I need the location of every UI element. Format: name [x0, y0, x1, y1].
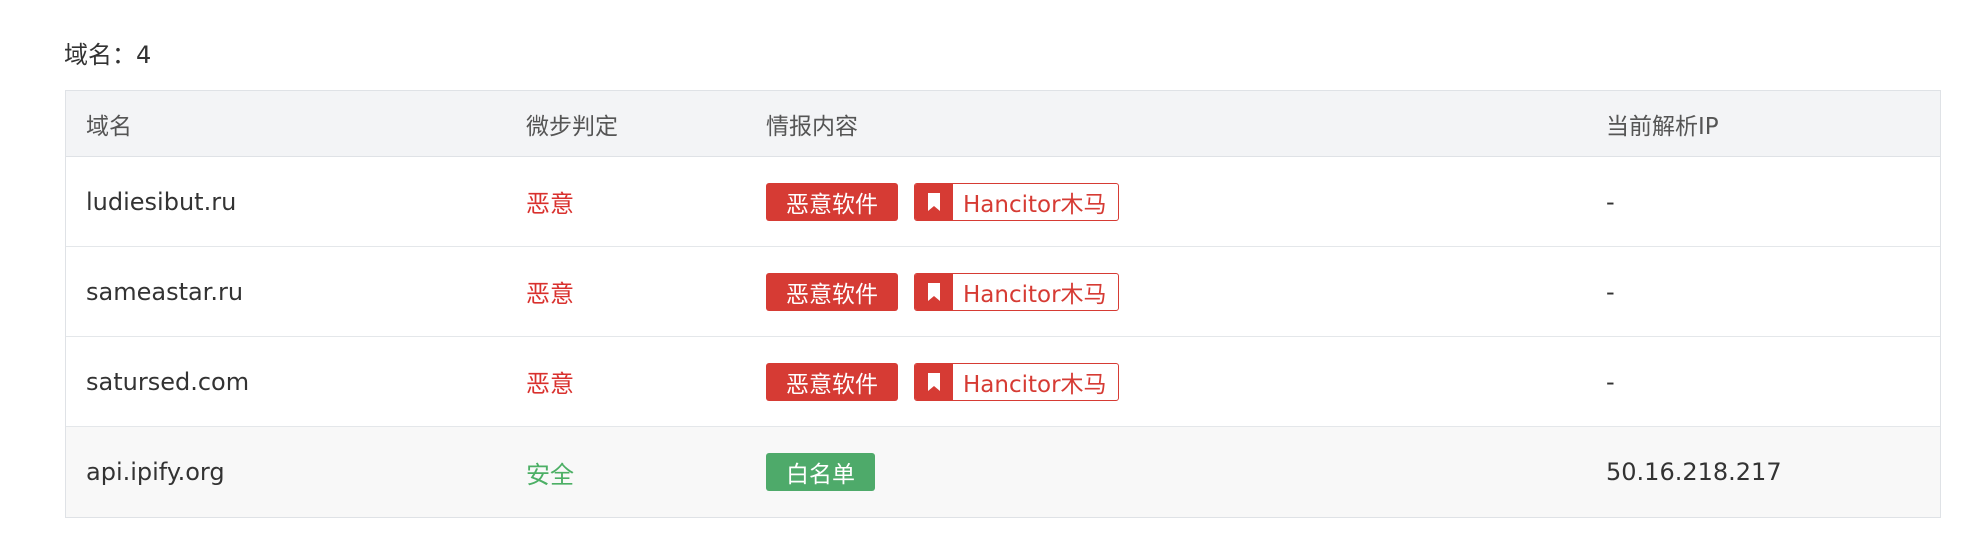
- table-header-row: 域名 微步判定 情报内容 当前解析IP: [66, 91, 1940, 157]
- domain-count-title: 域名：4: [64, 41, 152, 69]
- family-tag-label: Hancitor木马: [963, 371, 1107, 398]
- domain-link[interactable]: ludiesibut.ru: [86, 188, 236, 216]
- domain-link[interactable]: satursed.com: [86, 368, 249, 396]
- verdict-label: 恶意: [526, 280, 574, 308]
- table-row: sameastar.ru 恶意 恶意软件 Hancitor木马 -: [66, 247, 1940, 337]
- table-row: api.ipify.org 安全 白名单 50.16.218.217: [66, 427, 1940, 517]
- family-tag[interactable]: Hancitor木马: [914, 362, 1119, 401]
- domain-link[interactable]: sameastar.ru: [86, 278, 243, 306]
- family-tag[interactable]: Hancitor木马: [914, 182, 1119, 221]
- column-header-domain: 域名: [86, 113, 132, 140]
- ip-cell: -: [1606, 247, 1615, 336]
- ip-value: 50.16.218.217: [1606, 458, 1782, 486]
- intel-cell: 恶意软件 Hancitor木马: [766, 247, 1119, 336]
- domain-cell: api.ipify.org: [86, 427, 225, 517]
- malware-tag[interactable]: 恶意软件: [766, 272, 898, 311]
- ip-value: -: [1606, 367, 1615, 396]
- verdict-cell: 恶意: [526, 247, 574, 336]
- bookmark-icon: [915, 273, 953, 310]
- ip-cell: -: [1606, 157, 1615, 246]
- column-header-intel: 情报内容: [766, 113, 858, 140]
- column-header-ip: 当前解析IP: [1606, 113, 1719, 140]
- ip-value: -: [1606, 277, 1615, 306]
- family-tag-label: Hancitor木马: [963, 281, 1107, 308]
- intel-cell: 白名单: [766, 427, 891, 517]
- intel-cell: 恶意软件 Hancitor木马: [766, 337, 1119, 426]
- bookmark-icon: [915, 183, 953, 220]
- table-row: satursed.com 恶意 恶意软件 Hancitor木马 -: [66, 337, 1940, 427]
- verdict-cell: 安全: [526, 427, 574, 517]
- ip-cell: -: [1606, 337, 1615, 426]
- domain-cell: satursed.com: [86, 337, 249, 426]
- domain-cell: sameastar.ru: [86, 247, 243, 336]
- intel-cell: 恶意软件 Hancitor木马: [766, 157, 1119, 246]
- ip-value: -: [1606, 187, 1615, 216]
- ip-cell: 50.16.218.217: [1606, 427, 1782, 517]
- family-tag-label: Hancitor木马: [963, 191, 1107, 218]
- verdict-label: 恶意: [526, 190, 574, 218]
- domain-table: 域名 微步判定 情报内容 当前解析IP ludiesibut.ru 恶意 恶意软…: [65, 90, 1941, 518]
- verdict-cell: 恶意: [526, 337, 574, 426]
- table-row: ludiesibut.ru 恶意 恶意软件 Hancitor木马 -: [66, 157, 1940, 247]
- domain-link[interactable]: api.ipify.org: [86, 458, 225, 486]
- whitelist-tag[interactable]: 白名单: [766, 453, 875, 491]
- domain-cell: ludiesibut.ru: [86, 157, 236, 246]
- malware-tag[interactable]: 恶意软件: [766, 182, 898, 221]
- verdict-cell: 恶意: [526, 157, 574, 246]
- verdict-label: 恶意: [526, 370, 574, 398]
- malware-tag[interactable]: 恶意软件: [766, 362, 898, 401]
- family-tag[interactable]: Hancitor木马: [914, 272, 1119, 311]
- bookmark-icon: [915, 363, 953, 400]
- verdict-label: 安全: [526, 460, 574, 489]
- column-header-verdict: 微步判定: [526, 113, 618, 140]
